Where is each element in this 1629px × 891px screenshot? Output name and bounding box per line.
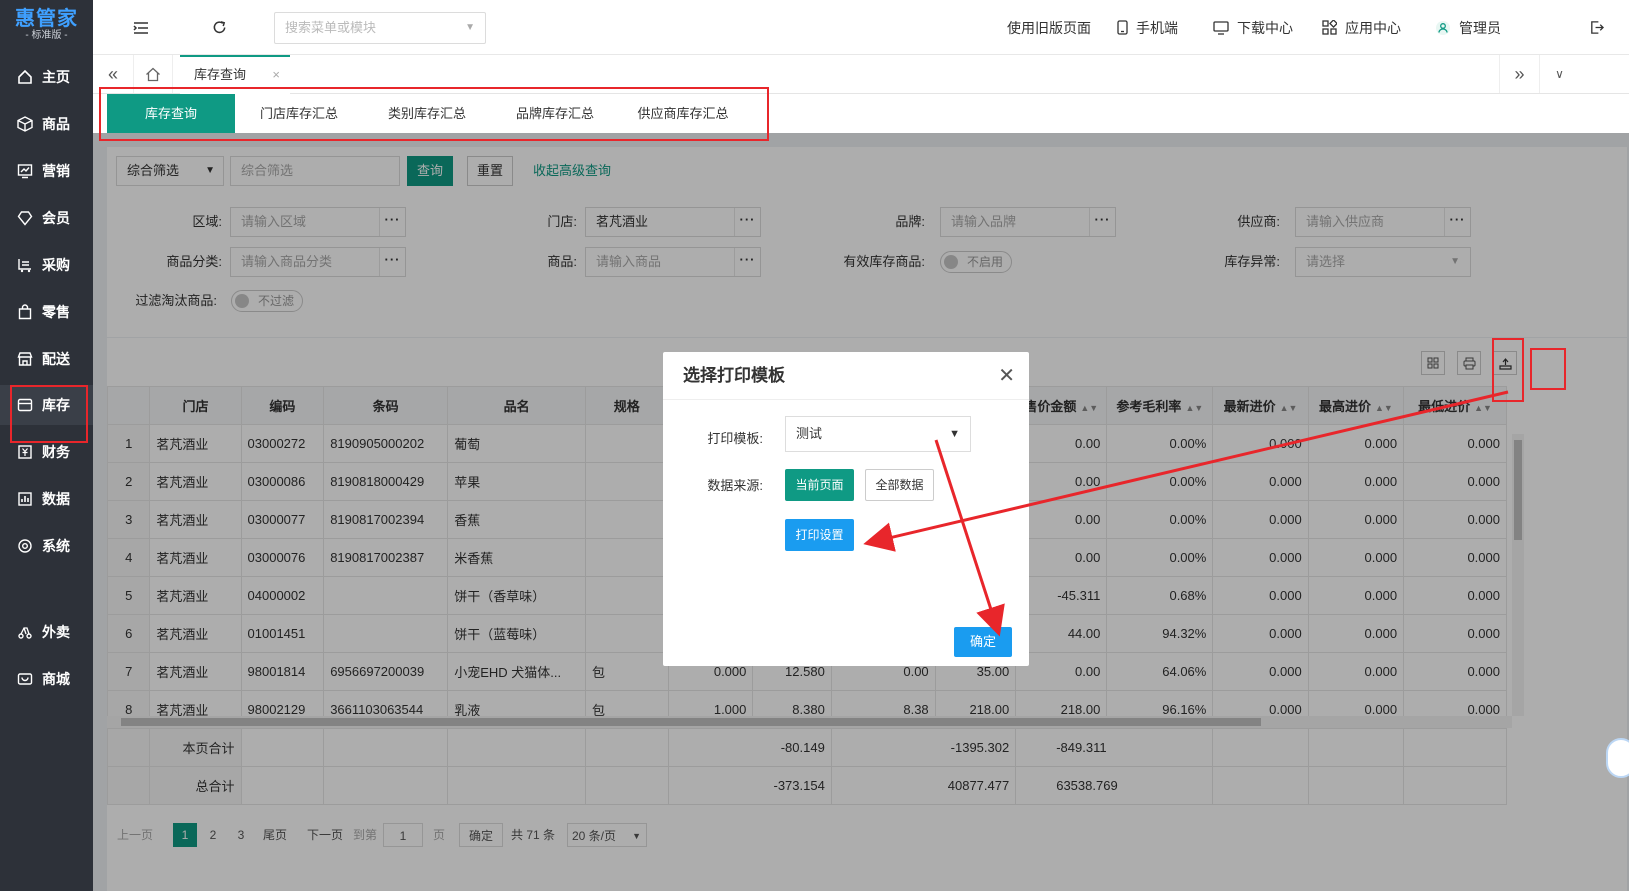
- annotation-arrows: [863, 390, 1509, 637]
- arrow-to-print-settings: [863, 390, 1509, 552]
- arrow-to-confirm: [934, 439, 1005, 637]
